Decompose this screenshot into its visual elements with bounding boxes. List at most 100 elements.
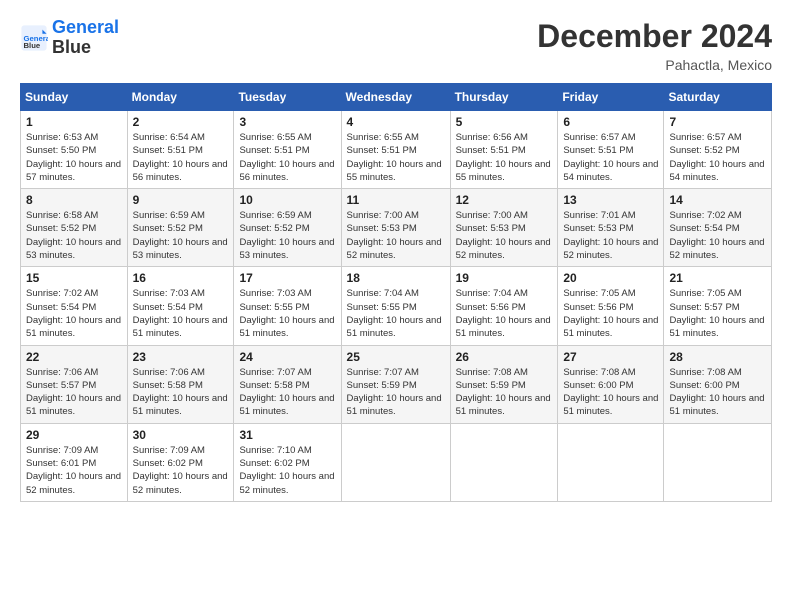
- day-detail: Sunrise: 7:02 AM Sunset: 5:54 PM Dayligh…: [26, 287, 122, 340]
- day-number: 31: [239, 428, 335, 442]
- table-cell: 11 Sunrise: 7:00 AM Sunset: 5:53 PM Dayl…: [341, 189, 450, 267]
- day-number: 25: [347, 350, 445, 364]
- day-number: 6: [563, 115, 658, 129]
- day-number: 15: [26, 271, 122, 285]
- table-cell: 19 Sunrise: 7:04 AM Sunset: 5:56 PM Dayl…: [450, 267, 558, 345]
- day-number: 18: [347, 271, 445, 285]
- day-number: 4: [347, 115, 445, 129]
- day-number: 1: [26, 115, 122, 129]
- table-cell: [450, 423, 558, 501]
- day-detail: Sunrise: 7:00 AM Sunset: 5:53 PM Dayligh…: [347, 209, 445, 262]
- day-number: 13: [563, 193, 658, 207]
- table-cell: [558, 423, 664, 501]
- day-detail: Sunrise: 6:59 AM Sunset: 5:52 PM Dayligh…: [133, 209, 229, 262]
- table-cell: 8 Sunrise: 6:58 AM Sunset: 5:52 PM Dayli…: [21, 189, 128, 267]
- day-detail: Sunrise: 7:03 AM Sunset: 5:54 PM Dayligh…: [133, 287, 229, 340]
- table-cell: 3 Sunrise: 6:55 AM Sunset: 5:51 PM Dayli…: [234, 111, 341, 189]
- location: Pahactla, Mexico: [537, 57, 772, 73]
- table-cell: 2 Sunrise: 6:54 AM Sunset: 5:51 PM Dayli…: [127, 111, 234, 189]
- day-detail: Sunrise: 7:06 AM Sunset: 5:57 PM Dayligh…: [26, 366, 122, 419]
- col-wednesday: Wednesday: [341, 84, 450, 111]
- day-number: 14: [669, 193, 766, 207]
- day-number: 2: [133, 115, 229, 129]
- day-number: 27: [563, 350, 658, 364]
- month-title: December 2024: [537, 18, 772, 55]
- table-cell: 20 Sunrise: 7:05 AM Sunset: 5:56 PM Dayl…: [558, 267, 664, 345]
- table-cell: 21 Sunrise: 7:05 AM Sunset: 5:57 PM Dayl…: [664, 267, 772, 345]
- table-cell: 7 Sunrise: 6:57 AM Sunset: 5:52 PM Dayli…: [664, 111, 772, 189]
- day-detail: Sunrise: 6:57 AM Sunset: 5:52 PM Dayligh…: [669, 131, 766, 184]
- svg-text:Blue: Blue: [24, 41, 41, 50]
- calendar-table: Sunday Monday Tuesday Wednesday Thursday…: [20, 83, 772, 502]
- table-cell: 23 Sunrise: 7:06 AM Sunset: 5:58 PM Dayl…: [127, 345, 234, 423]
- day-detail: Sunrise: 6:58 AM Sunset: 5:52 PM Dayligh…: [26, 209, 122, 262]
- day-detail: Sunrise: 7:09 AM Sunset: 6:02 PM Dayligh…: [133, 444, 229, 497]
- day-detail: Sunrise: 7:05 AM Sunset: 5:56 PM Dayligh…: [563, 287, 658, 340]
- week-row-2: 8 Sunrise: 6:58 AM Sunset: 5:52 PM Dayli…: [21, 189, 772, 267]
- day-detail: Sunrise: 7:08 AM Sunset: 6:00 PM Dayligh…: [563, 366, 658, 419]
- day-number: 26: [456, 350, 553, 364]
- table-cell: 13 Sunrise: 7:01 AM Sunset: 5:53 PM Dayl…: [558, 189, 664, 267]
- day-number: 9: [133, 193, 229, 207]
- calendar-page: General Blue GeneralBlue December 2024 P…: [0, 0, 792, 612]
- logo-icon: General Blue: [20, 24, 48, 52]
- table-cell: 4 Sunrise: 6:55 AM Sunset: 5:51 PM Dayli…: [341, 111, 450, 189]
- day-number: 20: [563, 271, 658, 285]
- day-detail: Sunrise: 7:08 AM Sunset: 5:59 PM Dayligh…: [456, 366, 553, 419]
- table-cell: 26 Sunrise: 7:08 AM Sunset: 5:59 PM Dayl…: [450, 345, 558, 423]
- day-number: 30: [133, 428, 229, 442]
- table-cell: 10 Sunrise: 6:59 AM Sunset: 5:52 PM Dayl…: [234, 189, 341, 267]
- day-number: 22: [26, 350, 122, 364]
- col-monday: Monday: [127, 84, 234, 111]
- day-detail: Sunrise: 6:55 AM Sunset: 5:51 PM Dayligh…: [239, 131, 335, 184]
- day-number: 17: [239, 271, 335, 285]
- day-detail: Sunrise: 7:00 AM Sunset: 5:53 PM Dayligh…: [456, 209, 553, 262]
- table-cell: [664, 423, 772, 501]
- day-number: 19: [456, 271, 553, 285]
- table-cell: 25 Sunrise: 7:07 AM Sunset: 5:59 PM Dayl…: [341, 345, 450, 423]
- day-detail: Sunrise: 7:05 AM Sunset: 5:57 PM Dayligh…: [669, 287, 766, 340]
- day-number: 3: [239, 115, 335, 129]
- day-detail: Sunrise: 7:04 AM Sunset: 5:55 PM Dayligh…: [347, 287, 445, 340]
- table-cell: 1 Sunrise: 6:53 AM Sunset: 5:50 PM Dayli…: [21, 111, 128, 189]
- day-number: 7: [669, 115, 766, 129]
- day-detail: Sunrise: 6:59 AM Sunset: 5:52 PM Dayligh…: [239, 209, 335, 262]
- day-number: 28: [669, 350, 766, 364]
- day-number: 24: [239, 350, 335, 364]
- week-row-3: 15 Sunrise: 7:02 AM Sunset: 5:54 PM Dayl…: [21, 267, 772, 345]
- table-cell: 16 Sunrise: 7:03 AM Sunset: 5:54 PM Dayl…: [127, 267, 234, 345]
- day-detail: Sunrise: 6:54 AM Sunset: 5:51 PM Dayligh…: [133, 131, 229, 184]
- table-cell: 28 Sunrise: 7:08 AM Sunset: 6:00 PM Dayl…: [664, 345, 772, 423]
- table-cell: 27 Sunrise: 7:08 AM Sunset: 6:00 PM Dayl…: [558, 345, 664, 423]
- col-saturday: Saturday: [664, 84, 772, 111]
- day-detail: Sunrise: 7:03 AM Sunset: 5:55 PM Dayligh…: [239, 287, 335, 340]
- col-tuesday: Tuesday: [234, 84, 341, 111]
- col-thursday: Thursday: [450, 84, 558, 111]
- day-detail: Sunrise: 7:07 AM Sunset: 5:58 PM Dayligh…: [239, 366, 335, 419]
- table-cell: 9 Sunrise: 6:59 AM Sunset: 5:52 PM Dayli…: [127, 189, 234, 267]
- table-cell: 12 Sunrise: 7:00 AM Sunset: 5:53 PM Dayl…: [450, 189, 558, 267]
- day-detail: Sunrise: 6:56 AM Sunset: 5:51 PM Dayligh…: [456, 131, 553, 184]
- day-number: 23: [133, 350, 229, 364]
- table-cell: 30 Sunrise: 7:09 AM Sunset: 6:02 PM Dayl…: [127, 423, 234, 501]
- table-cell: 17 Sunrise: 7:03 AM Sunset: 5:55 PM Dayl…: [234, 267, 341, 345]
- day-detail: Sunrise: 7:09 AM Sunset: 6:01 PM Dayligh…: [26, 444, 122, 497]
- day-number: 16: [133, 271, 229, 285]
- day-detail: Sunrise: 6:53 AM Sunset: 5:50 PM Dayligh…: [26, 131, 122, 184]
- logo-text: GeneralBlue: [52, 18, 119, 58]
- day-detail: Sunrise: 7:10 AM Sunset: 6:02 PM Dayligh…: [239, 444, 335, 497]
- day-number: 8: [26, 193, 122, 207]
- col-sunday: Sunday: [21, 84, 128, 111]
- table-cell: 24 Sunrise: 7:07 AM Sunset: 5:58 PM Dayl…: [234, 345, 341, 423]
- title-area: December 2024 Pahactla, Mexico: [537, 18, 772, 73]
- table-cell: 22 Sunrise: 7:06 AM Sunset: 5:57 PM Dayl…: [21, 345, 128, 423]
- page-header: General Blue GeneralBlue December 2024 P…: [20, 18, 772, 73]
- table-cell: 29 Sunrise: 7:09 AM Sunset: 6:01 PM Dayl…: [21, 423, 128, 501]
- day-number: 29: [26, 428, 122, 442]
- table-cell: 14 Sunrise: 7:02 AM Sunset: 5:54 PM Dayl…: [664, 189, 772, 267]
- day-detail: Sunrise: 7:02 AM Sunset: 5:54 PM Dayligh…: [669, 209, 766, 262]
- logo: General Blue GeneralBlue: [20, 18, 119, 58]
- day-detail: Sunrise: 7:04 AM Sunset: 5:56 PM Dayligh…: [456, 287, 553, 340]
- day-number: 21: [669, 271, 766, 285]
- table-cell: 5 Sunrise: 6:56 AM Sunset: 5:51 PM Dayli…: [450, 111, 558, 189]
